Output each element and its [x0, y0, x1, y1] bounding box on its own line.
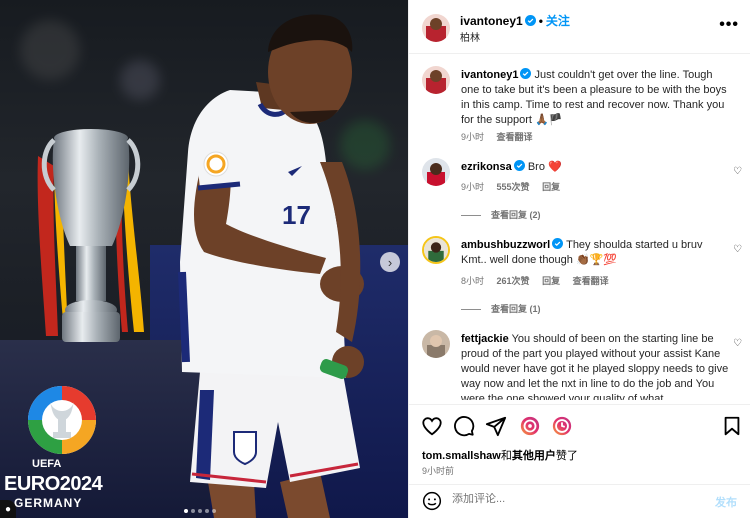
comment-body: ambushbuzzworl They shoulda started u br…: [461, 238, 730, 268]
background-bokeh: [120, 60, 160, 100]
more-options-icon[interactable]: •••: [719, 16, 739, 34]
post-photo[interactable]: UEFA EURO2024 GERMANY 17 › ●: [0, 0, 408, 518]
like-comment-heart-icon[interactable]: ♡: [733, 244, 742, 255]
author-avatar[interactable]: [422, 66, 450, 94]
comment-likes[interactable]: 261次赞: [497, 276, 530, 286]
like-comment-heart-icon[interactable]: ♡: [733, 338, 742, 349]
see-translation-link[interactable]: 查看翻译: [497, 132, 533, 142]
threads-icon[interactable]: [551, 415, 573, 437]
add-comment-input[interactable]: [452, 493, 692, 505]
save-bookmark-icon[interactable]: [721, 415, 743, 437]
reply-button[interactable]: 回复: [542, 182, 560, 192]
commenter-avatar[interactable]: [422, 330, 450, 358]
comment-body: ezrikonsa Bro ❤️: [461, 160, 730, 175]
comment-likes[interactable]: 555次赞: [497, 182, 530, 192]
view-replies-link[interactable]: 查看回复 (2): [461, 208, 541, 221]
caption-time: 9小时: [461, 132, 485, 142]
post-comment-button[interactable]: 发布: [715, 494, 737, 510]
caption-body: ivantoney1 Just couldn't get over the li…: [461, 68, 730, 128]
post-location[interactable]: 柏林: [460, 29, 480, 44]
carousel-dots: [184, 509, 216, 513]
view-replies-label: 查看回复 (2): [491, 210, 541, 220]
view-replies-label: 查看回复 (1): [491, 304, 541, 314]
likes-suffix: 赞了: [555, 450, 578, 462]
reply-button[interactable]: 回复: [542, 276, 560, 286]
post-timestamp: 9小时前: [422, 466, 455, 476]
carousel-dot: [205, 509, 209, 513]
player-image: 17: [178, 14, 364, 518]
comments-list: ivantoney1 Just couldn't get over the li…: [409, 54, 750, 400]
trophy-image: [37, 129, 144, 342]
next-photo-button[interactable]: ›: [380, 252, 400, 272]
verified-badge-icon: [552, 238, 564, 249]
author-header-line: ivantoney1 • 关注: [460, 12, 570, 29]
carousel-dot: [191, 509, 195, 513]
add-comment-bar: 发布: [409, 484, 750, 518]
liked-by-user[interactable]: tom.smallshaw: [422, 450, 501, 462]
post-header: ivantoney1 • 关注 柏林 •••: [409, 0, 750, 54]
divider-line: [461, 309, 481, 311]
other-users-link[interactable]: 其他用户: [512, 450, 556, 462]
carousel-dot: [184, 509, 188, 513]
euro2024-text: EURO2024: [4, 473, 103, 495]
carousel-dot: [212, 509, 216, 513]
comment-time: 8小时: [461, 276, 485, 286]
author-avatar[interactable]: [422, 14, 450, 42]
post-action-bar: [409, 404, 750, 444]
comment-time: 9小时: [461, 182, 485, 192]
comment-username[interactable]: ezrikonsa: [461, 161, 512, 173]
comment-meta: 8小时 261次赞 回复 查看翻译: [461, 274, 619, 287]
comment-username[interactable]: fettjackie: [461, 333, 509, 345]
separator-dot: •: [538, 14, 543, 28]
likes-and: 和: [500, 450, 512, 462]
carousel-dot: [198, 509, 202, 513]
germany-text: GERMANY: [14, 496, 83, 510]
comment-meta: 9小时 555次赞 回复: [461, 180, 570, 193]
uefa-text: UEFA: [32, 458, 62, 470]
remix-icon[interactable]: [519, 415, 541, 437]
divider-line: [461, 215, 481, 217]
post-side-panel: ivantoney1 • 关注 柏林 ••• ivantoney1 Just cou…: [408, 0, 750, 518]
verified-badge-icon: [524, 15, 536, 26]
caption-meta: 9小时 查看翻译: [461, 130, 543, 143]
view-replies-link[interactable]: 查看回复 (1): [461, 302, 541, 315]
comment-text: Bro ❤️: [527, 161, 562, 173]
comment-body: fettjackie You should of been on the sta…: [461, 332, 730, 400]
background-bokeh: [20, 20, 80, 80]
caption-username[interactable]: ivantoney1: [461, 69, 518, 81]
comment-bubble-icon[interactable]: [453, 415, 475, 437]
like-comment-heart-icon[interactable]: ♡: [733, 166, 742, 177]
author-username[interactable]: ivantoney1: [460, 14, 523, 28]
like-heart-icon[interactable]: [421, 415, 443, 437]
verified-badge-icon: [513, 160, 525, 171]
verified-badge-icon: [520, 68, 532, 79]
commenter-avatar[interactable]: [422, 158, 450, 186]
share-paper-plane-icon[interactable]: [485, 415, 507, 437]
commenter-avatar[interactable]: [422, 236, 450, 264]
svg-text:17: 17: [282, 200, 311, 230]
comment-username[interactable]: ambushbuzzworl: [461, 239, 550, 251]
see-translation-link[interactable]: 查看翻译: [573, 276, 609, 286]
emoji-icon[interactable]: [422, 491, 442, 511]
follow-button[interactable]: 关注: [546, 14, 570, 28]
tagged-users-button[interactable]: 1●: [0, 500, 16, 518]
likes-summary: tom.smallshaw和其他用户赞了: [422, 447, 578, 463]
